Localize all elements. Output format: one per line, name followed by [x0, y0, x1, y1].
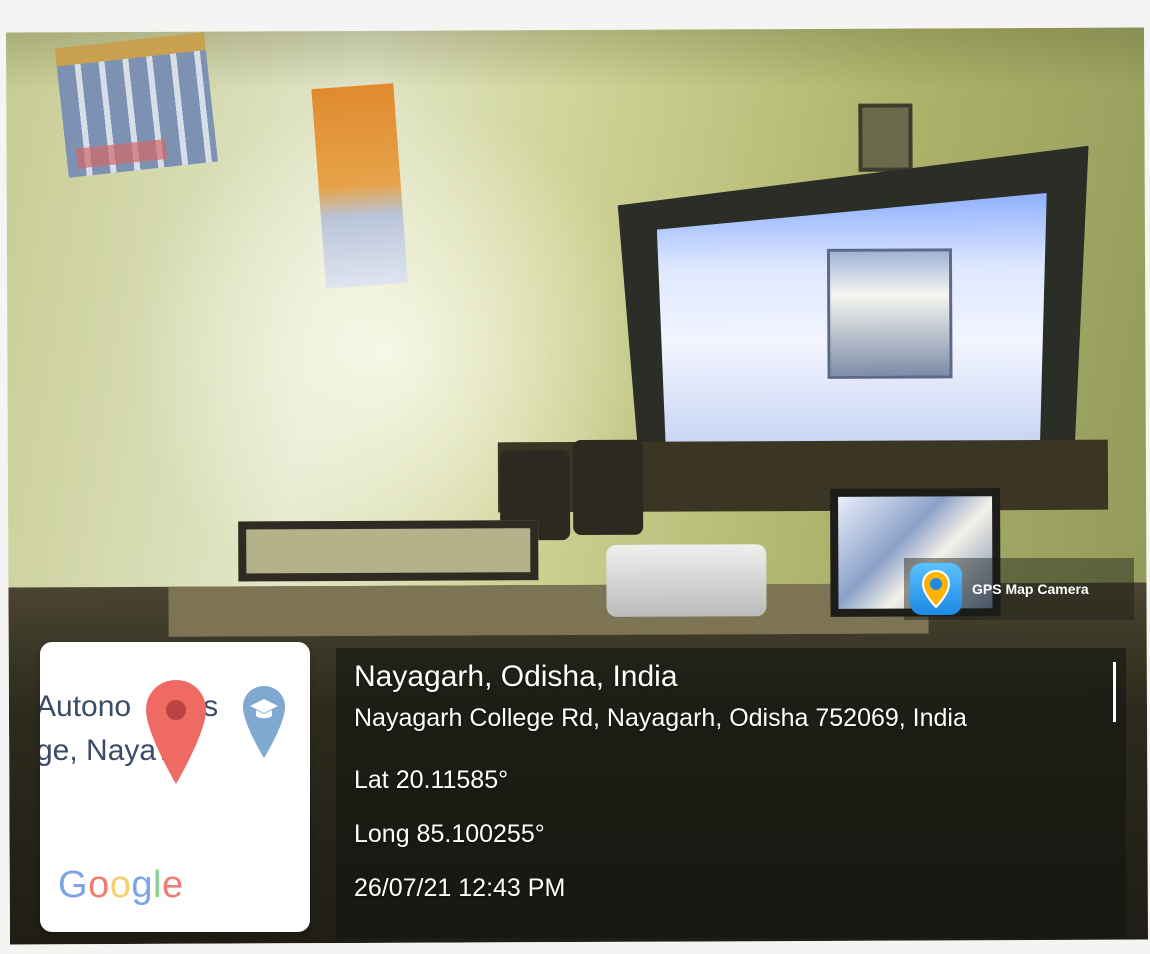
app-name: GPS Map Camera [972, 581, 1089, 597]
app-watermark: GPS Map Camera [904, 558, 1134, 620]
chair [572, 439, 644, 536]
desk-top [168, 583, 929, 637]
location-pin-icon [144, 678, 208, 793]
wall-calendar-left [54, 32, 218, 178]
gps-map-camera-logo-icon [910, 563, 962, 615]
datetime-text: 26/07/21 12:43 PM [354, 874, 566, 902]
wall-portrait [858, 103, 913, 172]
projected-window [826, 248, 953, 379]
address-text: Nayagarh College Rd, Nayagarh, Odisha 75… [354, 704, 967, 732]
wall-calendar-right [311, 83, 408, 289]
map-thumbnail: Autonos ge, Nayarh Google [40, 642, 310, 932]
location-info-panel: Nayagarh, Odisha, India Nayagarh College… [336, 648, 1126, 938]
panel-accent-bar [1113, 662, 1116, 722]
bench [238, 520, 539, 582]
school-marker-icon [240, 684, 288, 765]
longitude-text: Long 85.100255° [354, 820, 545, 848]
google-logo: Google [58, 864, 184, 906]
projector [606, 544, 767, 617]
latitude-text: Lat 20.11585° [354, 766, 509, 794]
place-title: Nayagarh, Odisha, India [354, 660, 678, 693]
